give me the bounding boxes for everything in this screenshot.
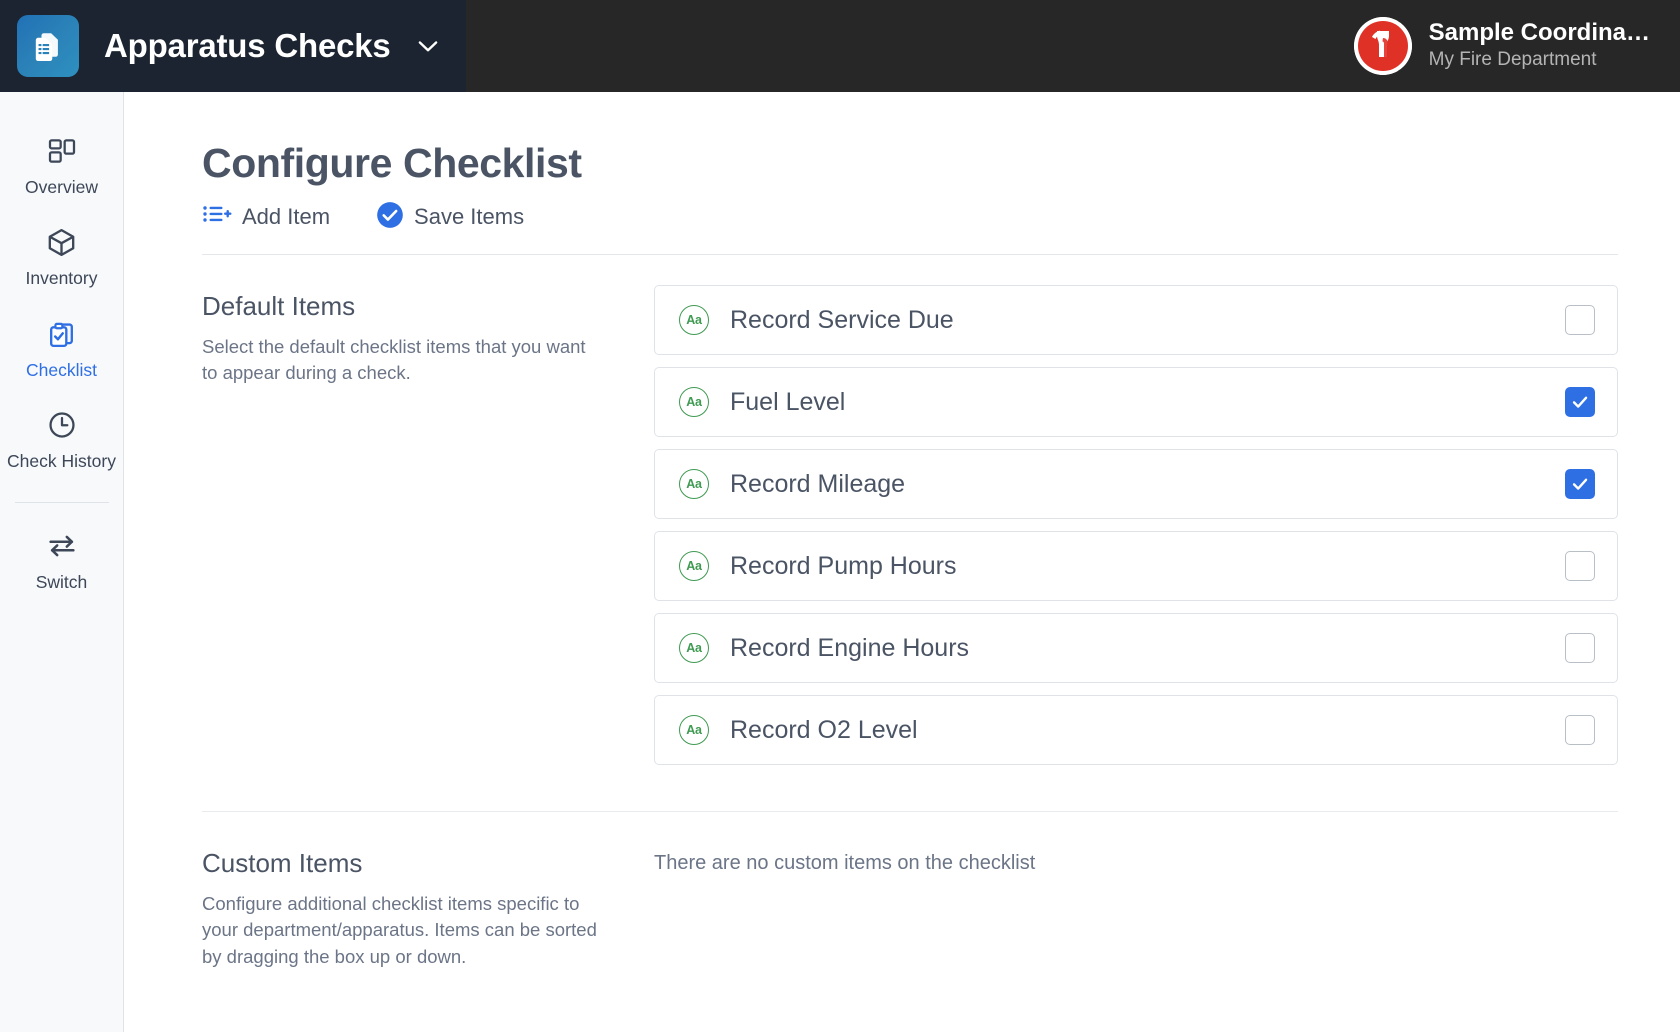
checklist-item-label: Fuel Level [730, 387, 846, 416]
check-circle-icon [376, 201, 404, 232]
sidebar-item-checklist[interactable]: Checklist [0, 301, 123, 392]
top-bar: Apparatus Checks Sample Coordina… My Fir… [0, 0, 1680, 92]
user-organization: My Fire Department [1428, 49, 1597, 71]
clipboard-check-icon [45, 315, 78, 353]
table-row[interactable]: Aa Record Pump Hours [654, 531, 1618, 601]
text-type-icon: Aa [679, 551, 709, 581]
chevron-down-icon[interactable] [413, 31, 443, 61]
add-item-label: Add Item [242, 203, 331, 229]
custom-items-list: There are no custom items on the checkli… [654, 812, 1618, 970]
save-items-label: Save Items [414, 203, 525, 229]
sidebar-item-label: Checklist [26, 359, 97, 380]
custom-items-info: Custom Items Configure additional checkl… [202, 812, 654, 970]
save-items-button[interactable]: Save Items [376, 201, 524, 232]
checklist-item-checkbox[interactable] [1565, 469, 1595, 499]
checklist-item-checkbox[interactable] [1565, 305, 1595, 335]
custom-items-section: Custom Items Configure additional checkl… [124, 812, 1680, 970]
default-items-title: Default Items [202, 291, 356, 321]
default-items-description: Select the default checklist items that … [202, 336, 586, 384]
main-content: Configure Checklist Add Item Save Items … [124, 92, 1680, 1032]
sidebar-item-label: Check History [7, 451, 116, 472]
text-type-icon: Aa [679, 715, 709, 745]
sidebar-item-label: Overview [25, 177, 98, 197]
sidebar-item-overview[interactable]: Overview [0, 118, 123, 209]
cube-box-icon [45, 223, 78, 261]
sidebar-item-switch[interactable]: Switch [0, 513, 123, 604]
page-title: Configure Checklist [202, 140, 582, 186]
swap-arrows-icon [45, 527, 79, 565]
badge-label: Aa [686, 477, 702, 491]
documents-stack-icon [17, 15, 79, 77]
default-items-section: Default Items Select the default checkli… [124, 255, 1680, 777]
user-menu-button[interactable]: Sample Coordina… My Fire Department [1353, 0, 1680, 92]
text-type-icon: Aa [679, 633, 709, 663]
table-row[interactable]: Aa Record Mileage [654, 449, 1618, 519]
sidebar-item-check-history[interactable]: Check History [0, 392, 123, 483]
sidebar-item-inventory[interactable]: Inventory [0, 209, 123, 300]
table-row[interactable]: Aa Record Engine Hours [654, 613, 1618, 683]
text-type-icon: Aa [679, 387, 709, 417]
add-item-button[interactable]: Add Item [202, 202, 330, 231]
text-type-icon: Aa [679, 305, 709, 335]
checklist-item-checkbox[interactable] [1565, 633, 1595, 663]
dashboard-layout-icon [46, 132, 78, 170]
table-row[interactable]: Aa Record Service Due [654, 285, 1618, 355]
app-title: Apparatus Checks [104, 27, 391, 64]
table-row[interactable]: Aa Fuel Level [654, 367, 1618, 437]
checklist-item-label: Record Engine Hours [730, 633, 970, 662]
custom-items-empty-message: There are no custom items on the checkli… [654, 852, 1036, 874]
badge-label: Aa [686, 641, 702, 655]
sidebar: Overview Inventory Checklist Check Histo… [0, 92, 124, 1032]
user-name: Sample Coordina… [1428, 19, 1650, 47]
custom-items-description: Configure additional checklist items spe… [202, 893, 597, 967]
list-plus-icon [202, 202, 232, 231]
clock-icon [46, 406, 78, 444]
table-row[interactable]: Aa Record O2 Level [654, 695, 1618, 765]
default-items-list: Aa Record Service Due Aa Fuel Level Aa R… [654, 255, 1618, 777]
sidebar-divider [14, 501, 109, 503]
text-type-icon: Aa [679, 469, 709, 499]
custom-items-title: Custom Items [202, 848, 363, 878]
sidebar-item-label: Inventory [25, 268, 98, 289]
badge-label: Aa [686, 395, 702, 409]
checklist-item-label: Record Mileage [730, 469, 906, 498]
badge-label: Aa [686, 723, 702, 737]
checklist-item-label: Record O2 Level [730, 715, 918, 744]
action-toolbar: Add Item Save Items [202, 201, 1680, 232]
checklist-item-checkbox[interactable] [1565, 387, 1595, 417]
default-items-info: Default Items Select the default checkli… [202, 255, 654, 777]
app-brand-button[interactable]: Apparatus Checks [0, 0, 466, 92]
user-text: Sample Coordina… My Fire Department [1428, 19, 1650, 72]
sidebar-item-label: Switch [35, 571, 88, 592]
checklist-item-label: Record Service Due [730, 305, 954, 334]
badge-label: Aa [686, 559, 702, 573]
checklist-item-checkbox[interactable] [1565, 551, 1595, 581]
avatar [1353, 17, 1412, 75]
badge-label: Aa [686, 313, 702, 327]
checklist-item-checkbox[interactable] [1565, 715, 1595, 745]
checklist-item-label: Record Pump Hours [730, 551, 957, 580]
